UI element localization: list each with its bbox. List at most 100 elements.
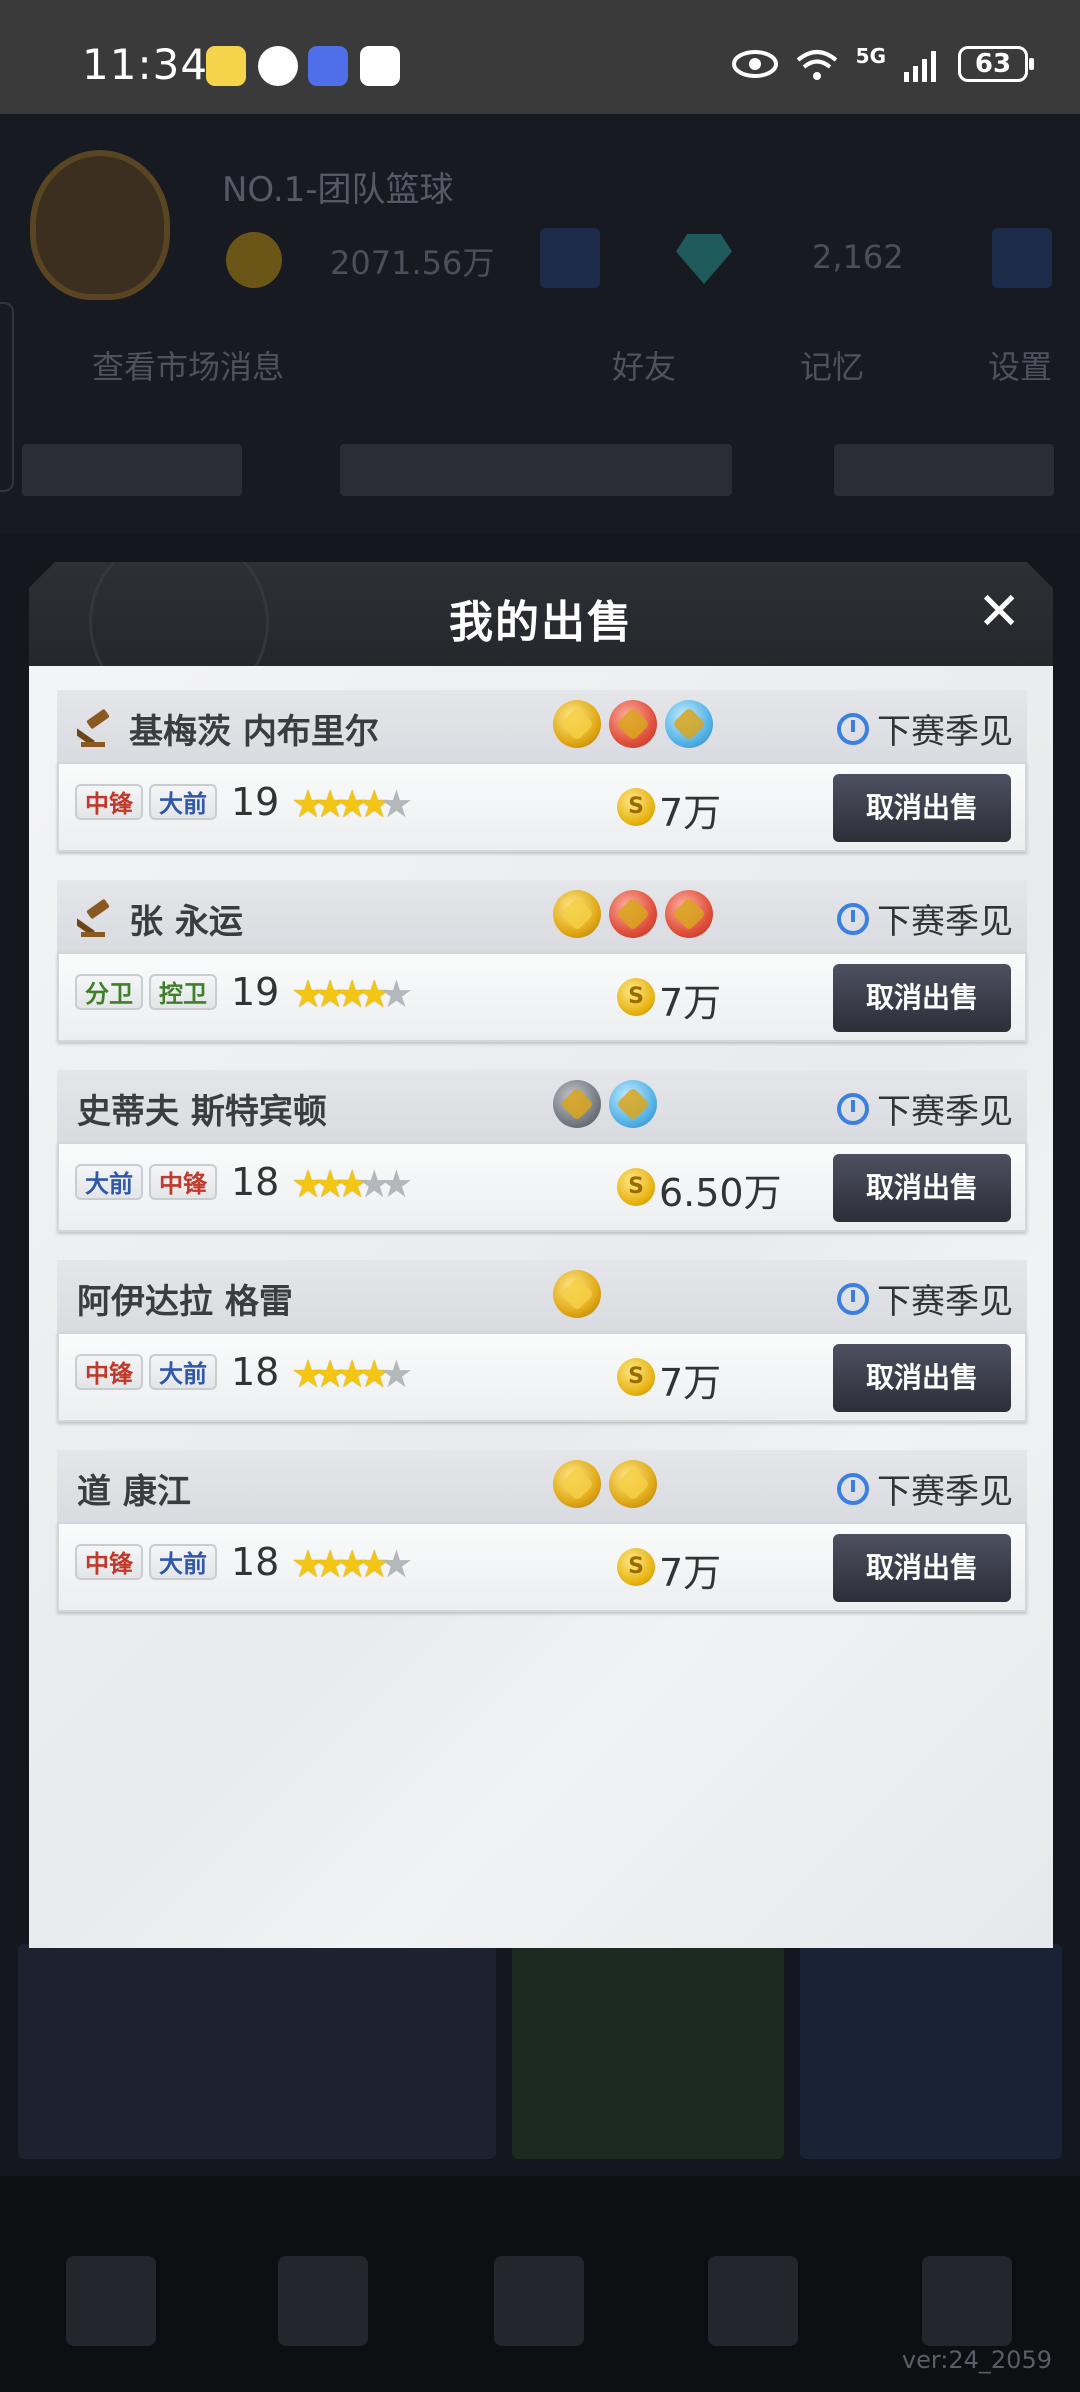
player-name: 基梅茨 内布里尔 bbox=[129, 712, 379, 752]
skill-badges bbox=[553, 700, 713, 748]
timer-label: 下赛季见 bbox=[877, 712, 1013, 752]
coin-icon: S bbox=[617, 788, 655, 826]
background-pill bbox=[834, 444, 1054, 496]
listing-details: 中锋 大前 18 ★★★★★ S 7万 取消出售 bbox=[57, 1522, 1027, 1612]
star-icon: ★ bbox=[313, 972, 347, 1016]
expiry-timer: 下赛季见 bbox=[837, 1274, 1013, 1323]
version-label: ver:24_2059 bbox=[901, 2346, 1052, 2374]
status-bar: 11:34 5G 63 bbox=[0, 0, 1080, 114]
cancel-sale-button[interactable]: 取消出售 bbox=[833, 1154, 1011, 1222]
star-icon: ★ bbox=[291, 1352, 325, 1396]
star-icon: ★ bbox=[291, 782, 325, 826]
eye-icon bbox=[731, 50, 778, 78]
skill-badge-icon bbox=[553, 700, 601, 748]
player-age: 19 bbox=[231, 780, 280, 824]
star-icon: ★ bbox=[357, 972, 391, 1016]
close-icon[interactable]: ✕ bbox=[977, 586, 1021, 638]
cancel-sale-button[interactable]: 取消出售 bbox=[833, 1344, 1011, 1412]
battery-icon: 63 bbox=[958, 46, 1034, 82]
memory-link: 记忆 bbox=[800, 348, 865, 386]
background-card bbox=[18, 1944, 496, 2159]
nav-icon bbox=[494, 2256, 584, 2346]
skill-badge-icon bbox=[553, 1080, 601, 1128]
cancel-sale-button[interactable]: 取消出售 bbox=[833, 1534, 1011, 1602]
nav-icon bbox=[708, 2256, 798, 2346]
coin-icon bbox=[226, 232, 282, 288]
stopwatch-icon bbox=[837, 1092, 869, 1125]
background-side-tab bbox=[0, 302, 14, 492]
sale-price: 7万 bbox=[659, 981, 722, 1025]
star-icon: ★ bbox=[379, 1162, 413, 1206]
skill-badges bbox=[553, 1460, 657, 1508]
dialog-header: 我的出售 ✕ bbox=[29, 562, 1053, 666]
timer-label: 下赛季见 bbox=[877, 1092, 1013, 1132]
coin-balance: 2071.56万 bbox=[330, 244, 495, 282]
message-app-icon bbox=[308, 46, 348, 86]
location-icon bbox=[258, 46, 298, 86]
coin-icon: S bbox=[617, 1358, 655, 1396]
gem-icon bbox=[676, 234, 732, 284]
star-icon: ★ bbox=[357, 1352, 391, 1396]
expiry-timer: 下赛季见 bbox=[837, 1464, 1013, 1513]
stopwatch-icon bbox=[837, 712, 869, 745]
player-name: 张 永运 bbox=[129, 902, 243, 942]
listing-header: 史蒂夫 斯特宾顿 下赛季见 bbox=[57, 1070, 1027, 1142]
sale-listing: 张 永运 下赛季见 分卫 控卫 19 ★★★★★ S 7万 取消出售 bbox=[57, 880, 1027, 1042]
position-tag: 控卫 bbox=[149, 974, 217, 1010]
skill-badges bbox=[553, 890, 713, 938]
star-icon: ★ bbox=[357, 1162, 391, 1206]
star-rating: ★★★★★ bbox=[291, 1542, 413, 1586]
star-icon: ★ bbox=[335, 1542, 369, 1586]
sale-price: 7万 bbox=[659, 1361, 722, 1405]
listing-details: 分卫 控卫 19 ★★★★★ S 7万 取消出售 bbox=[57, 952, 1027, 1042]
cancel-sale-button[interactable]: 取消出售 bbox=[833, 774, 1011, 842]
market-news-link: 查看市场消息 bbox=[92, 348, 285, 386]
timer-label: 下赛季见 bbox=[877, 1282, 1013, 1322]
expiry-timer: 下赛季见 bbox=[837, 1084, 1013, 1133]
skill-badge-icon bbox=[609, 1460, 657, 1508]
sale-listing: 史蒂夫 斯特宾顿 下赛季见 大前 中锋 18 ★★★★★ S 6.50万 取消出售 bbox=[57, 1070, 1027, 1232]
star-icon: ★ bbox=[313, 1352, 347, 1396]
skill-badges bbox=[553, 1080, 657, 1128]
position-tag: 大前 bbox=[75, 1164, 143, 1200]
skill-badge-icon bbox=[665, 890, 713, 938]
skill-badge-icon bbox=[553, 1460, 601, 1508]
listing-details: 中锋 大前 18 ★★★★★ S 7万 取消出售 bbox=[57, 1332, 1027, 1422]
listing-header: 张 永运 下赛季见 bbox=[57, 880, 1027, 952]
sales-list: 基梅茨 内布里尔 下赛季见 中锋 大前 19 ★★★★★ S 7万 取消出售张 永运 下赛季见 分卫… bbox=[29, 666, 1053, 1948]
expiry-timer: 下赛季见 bbox=[837, 704, 1013, 753]
star-icon: ★ bbox=[357, 1542, 391, 1586]
gavel-icon bbox=[77, 709, 110, 747]
sale-price: 6.50万 bbox=[659, 1171, 782, 1215]
star-icon: ★ bbox=[335, 1162, 369, 1206]
skill-badge-icon bbox=[609, 1080, 657, 1128]
gem-balance: 2,162 bbox=[812, 238, 904, 276]
star-icon: ★ bbox=[313, 1162, 347, 1206]
star-icon: ★ bbox=[335, 972, 369, 1016]
player-name: 道 康江 bbox=[77, 1472, 191, 1512]
bunny-app-icon bbox=[206, 46, 246, 86]
player-age: 18 bbox=[231, 1540, 280, 1584]
background-pill bbox=[340, 444, 732, 496]
skill-badge-icon bbox=[609, 890, 657, 938]
listing-header: 道 康江 下赛季见 bbox=[57, 1450, 1027, 1522]
star-icon: ★ bbox=[291, 1542, 325, 1586]
star-rating: ★★★★★ bbox=[291, 972, 413, 1016]
timer-label: 下赛季见 bbox=[877, 902, 1013, 942]
shield-app-icon bbox=[360, 46, 400, 86]
star-icon: ★ bbox=[379, 972, 413, 1016]
skill-badge-icon bbox=[553, 1270, 601, 1318]
stopwatch-icon bbox=[837, 902, 869, 935]
stopwatch-icon bbox=[837, 1282, 869, 1315]
background-header: NO.1-团队篮球 2071.56万 2,162 查看市场消息 好友 记忆 设置 bbox=[0, 114, 1080, 534]
cancel-sale-button[interactable]: 取消出售 bbox=[833, 964, 1011, 1032]
dialog-title: 我的出售 bbox=[449, 597, 633, 648]
friends-link: 好友 bbox=[612, 348, 677, 386]
position-tag: 中锋 bbox=[75, 1544, 143, 1580]
skill-badge-icon bbox=[553, 890, 601, 938]
star-icon: ★ bbox=[313, 782, 347, 826]
player-age: 18 bbox=[231, 1160, 280, 1204]
gavel-icon bbox=[77, 899, 110, 937]
star-icon: ★ bbox=[335, 1352, 369, 1396]
skill-badge-icon bbox=[609, 700, 657, 748]
